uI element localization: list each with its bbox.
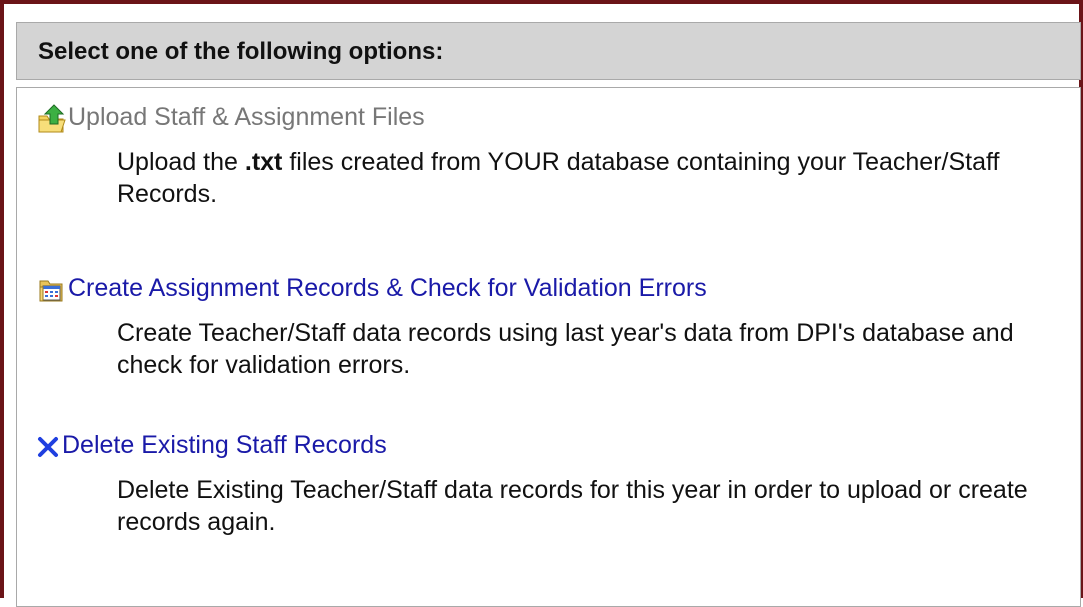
option-upload: Upload Staff & Assignment Files Upload t… — [37, 102, 999, 210]
create-records-label: Create Assignment Records & Check for Va… — [68, 273, 707, 302]
option-create: Create Assignment Records & Check for Va… — [37, 273, 1014, 381]
delete-records-label: Delete Existing Staff Records — [62, 430, 387, 459]
delete-x-icon — [37, 430, 59, 460]
upload-desc-prefix: Upload the — [117, 148, 245, 176]
header-title: Select one of the following options: — [38, 38, 444, 65]
page-frame: Select one of the following options: Upl… — [0, 0, 1083, 607]
delete-records-link[interactable]: Delete Existing Staff Records — [37, 430, 967, 460]
delete-records-description: Delete Existing Teacher/Staff data recor… — [117, 476, 1028, 536]
options-panel: Upload Staff & Assignment Files Upload t… — [16, 87, 1081, 607]
calendar-folder-icon — [37, 273, 65, 303]
upload-files-description: Upload the .txt files created from YOUR … — [117, 146, 1047, 210]
upload-folder-icon — [37, 102, 66, 133]
upload-files-label: Upload Staff & Assignment Files — [68, 102, 425, 131]
create-records-description: Create Teacher/Staff data records using … — [117, 319, 1014, 379]
upload-desc-extension: .txt — [244, 148, 283, 176]
upload-files-link[interactable]: Upload Staff & Assignment Files — [37, 102, 967, 133]
option-delete: Delete Existing Staff Records Delete Exi… — [37, 430, 1028, 538]
create-records-link[interactable]: Create Assignment Records & Check for Va… — [37, 273, 967, 303]
options-header: Select one of the following options: — [16, 22, 1081, 80]
